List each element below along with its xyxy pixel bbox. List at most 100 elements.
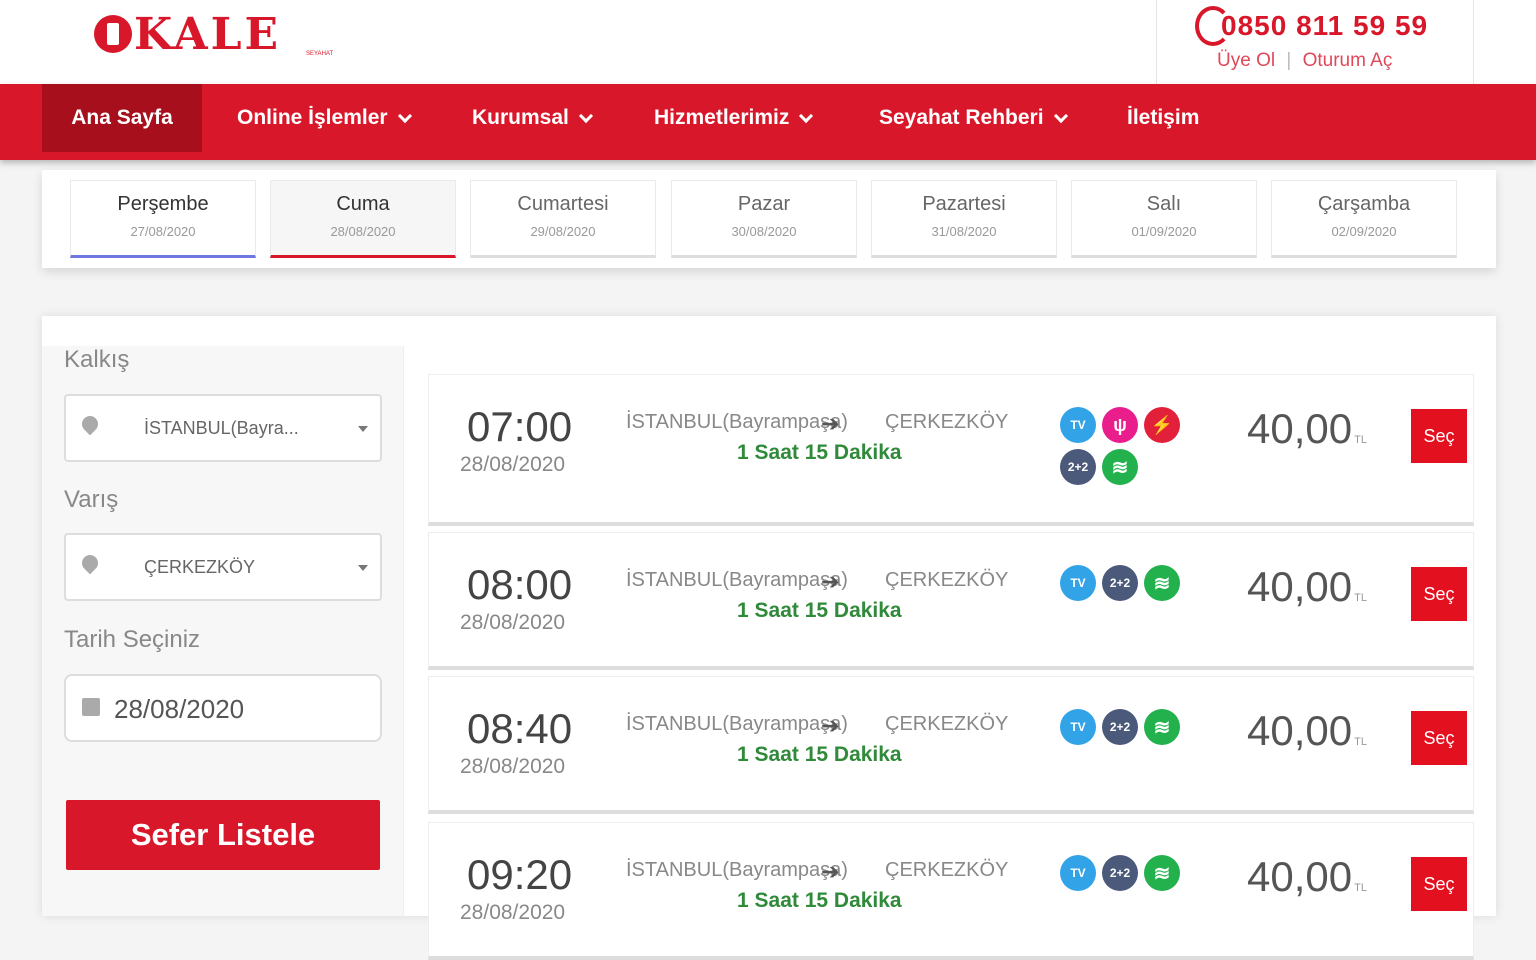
- chevron-down-icon: [1053, 108, 1068, 123]
- day-name: Pazar: [737, 193, 791, 215]
- day-name: Cumartesi: [517, 193, 609, 215]
- price: 40,00 TL: [1247, 563, 1367, 611]
- login-link[interactable]: Oturum Aç: [1303, 50, 1393, 71]
- currency: TL: [1354, 882, 1367, 894]
- to-label: Varış: [64, 486, 119, 513]
- day-tab[interactable]: Perşembe 27/08/2020: [70, 180, 256, 258]
- day-name: Perşembe: [117, 193, 209, 215]
- tv-icon: TV: [1060, 855, 1096, 891]
- day-date: 28/08/2020: [330, 224, 396, 239]
- signup-link[interactable]: Üye Ol: [1217, 50, 1275, 71]
- currency: TL: [1354, 434, 1367, 446]
- phone-number[interactable]: 0850 811 59 59: [1221, 10, 1428, 42]
- currency: TL: [1354, 736, 1367, 748]
- price-value: 40,00: [1247, 707, 1353, 754]
- from-label: Kalkış: [64, 346, 130, 373]
- seat-2+2-icon: 2+2: [1102, 709, 1138, 745]
- nav-guide[interactable]: Seyahat Rehberi: [879, 84, 1068, 152]
- day-name: Pazartesi: [922, 193, 1006, 215]
- nav-online-label: Online İşlemler: [237, 106, 388, 129]
- departure-date: 28/08/2020: [460, 453, 566, 476]
- dropdown-caret-icon: [358, 426, 368, 432]
- chevron-down-icon: [799, 108, 814, 123]
- destination: ÇERKEZKÖY: [885, 859, 1009, 881]
- nav-home-label: Ana Sayfa: [71, 106, 173, 129]
- nav-services[interactable]: Hizmetlerimiz: [654, 84, 814, 152]
- account-links: Üye Ol | Oturum Aç: [1217, 50, 1392, 72]
- day-date: 02/09/2020: [1331, 224, 1397, 239]
- location-pin-icon: [78, 551, 102, 575]
- nav-corporate-label: Kurumsal: [472, 106, 569, 129]
- logo-mark-icon: [94, 15, 132, 53]
- search-form: Kalkış İSTANBUL(Bayra... Varış ÇERKEZKÖY…: [42, 346, 404, 916]
- date-field[interactable]: 28/08/2020: [64, 674, 382, 742]
- header: KALE SEYAHAT 0850 811 59 59 Üye Ol | Otu…: [0, 0, 1536, 84]
- day-tab[interactable]: Cumartesi 29/08/2020: [470, 180, 656, 258]
- day-name: Çarşamba: [1317, 193, 1411, 215]
- arrow-right-icon: ➔: [821, 569, 840, 594]
- main-nav: Ana Sayfa Online İşlemler Kurumsal Hizme…: [0, 84, 1536, 160]
- wifi-icon: ≋: [1144, 709, 1180, 745]
- seat-2+2-icon: 2+2: [1060, 449, 1096, 485]
- origin: İSTANBUL(Bayrampaşa): [626, 713, 848, 735]
- select-trip-button[interactable]: Seç: [1411, 857, 1467, 911]
- select-trip-button[interactable]: Seç: [1411, 711, 1467, 765]
- day-date: 01/09/2020: [1131, 224, 1197, 239]
- departure-date: 28/08/2020: [460, 755, 566, 778]
- arrow-right-icon: ➔: [821, 411, 840, 436]
- select-trip-button[interactable]: Seç: [1411, 409, 1467, 463]
- departure-date: 28/08/2020: [460, 611, 566, 634]
- duration: 1 Saat 15 Dakika: [737, 599, 902, 622]
- day-tab[interactable]: Pazartesi 31/08/2020: [871, 180, 1057, 258]
- origin: İSTANBUL(Bayrampaşa): [626, 411, 848, 433]
- tv-icon: TV: [1060, 709, 1096, 745]
- day-tab-selected[interactable]: Cuma 28/08/2020: [270, 180, 456, 258]
- from-select[interactable]: İSTANBUL(Bayra...: [64, 394, 382, 462]
- price-value: 40,00: [1247, 563, 1353, 610]
- price: 40,00 TL: [1247, 853, 1367, 901]
- departure-time: 09:20: [467, 851, 573, 898]
- results-panel: Kalkış İSTANBUL(Bayra... Varış ÇERKEZKÖY…: [42, 316, 1496, 960]
- date-value: 28/08/2020: [114, 694, 245, 724]
- power-icon: ⚡: [1144, 407, 1180, 443]
- contact-box: 0850 811 59 59 Üye Ol | Oturum Aç: [1156, 0, 1474, 84]
- day-name: Cuma: [336, 193, 390, 215]
- logo[interactable]: KALE: [94, 6, 281, 62]
- arrow-right-icon: ➔: [821, 859, 840, 884]
- day-tab[interactable]: Salı 01/09/2020: [1071, 180, 1257, 258]
- day-tab[interactable]: Pazar 30/08/2020: [671, 180, 857, 258]
- arrow-right-icon: ➔: [821, 713, 840, 738]
- day-date: 29/08/2020: [530, 224, 596, 239]
- list-trips-button[interactable]: Sefer Listele: [66, 800, 380, 870]
- departure-time: 07:00: [467, 403, 573, 450]
- chevron-down-icon: [578, 108, 593, 123]
- seat-2+2-icon: 2+2: [1102, 855, 1138, 891]
- destination: ÇERKEZKÖY: [885, 411, 1009, 433]
- price-value: 40,00: [1247, 405, 1353, 452]
- day-tab[interactable]: Çarşamba 02/09/2020: [1271, 180, 1457, 258]
- dropdown-caret-icon: [358, 565, 368, 571]
- trip-row: 08:40 28/08/2020 İSTANBUL(Bayrampaşa) ➔ …: [428, 676, 1474, 814]
- day-date: 30/08/2020: [731, 224, 797, 239]
- departure-time: 08:00: [467, 561, 573, 608]
- nav-online[interactable]: Online İşlemler: [237, 84, 412, 152]
- nav-guide-label: Seyahat Rehberi: [879, 106, 1044, 129]
- select-trip-button[interactable]: Seç: [1411, 567, 1467, 621]
- origin: İSTANBUL(Bayrampaşa): [626, 859, 848, 881]
- chevron-down-icon: [397, 108, 412, 123]
- nav-home[interactable]: Ana Sayfa: [42, 84, 202, 152]
- duration: 1 Saat 15 Dakika: [737, 743, 902, 766]
- location-pin-icon: [78, 412, 102, 436]
- price: 40,00 TL: [1247, 707, 1367, 755]
- day-date: 31/08/2020: [931, 224, 997, 239]
- nav-corporate[interactable]: Kurumsal: [472, 84, 593, 152]
- nav-contact[interactable]: İletişim: [1127, 84, 1199, 152]
- departure-date: 28/08/2020: [460, 901, 566, 924]
- duration: 1 Saat 15 Dakika: [737, 441, 902, 464]
- destination: ÇERKEZKÖY: [885, 569, 1009, 591]
- to-value: ÇERKEZKÖY: [144, 557, 256, 577]
- day-name: Salı: [1146, 193, 1182, 215]
- destination: ÇERKEZKÖY: [885, 713, 1009, 735]
- to-select[interactable]: ÇERKEZKÖY: [64, 533, 382, 601]
- tv-icon: TV: [1060, 565, 1096, 601]
